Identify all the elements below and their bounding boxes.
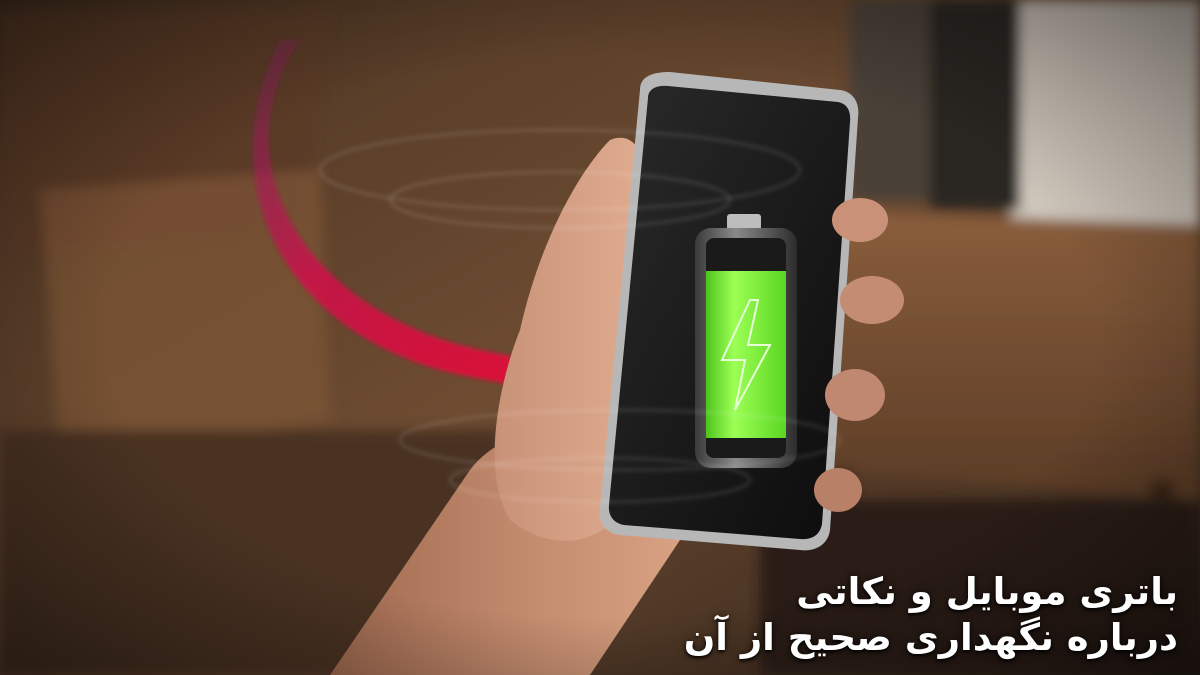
headline-line-2: درباره نگهداری صحیح از آن [683,616,1178,659]
headline-line-1: باتری موبایل و نکاتی [796,570,1178,613]
hero-photo: باتری موبایل و نکاتی درباره نگهداری صحیح… [0,0,1200,675]
headline: باتری موبایل و نکاتی درباره نگهداری صحیح… [684,569,1178,661]
